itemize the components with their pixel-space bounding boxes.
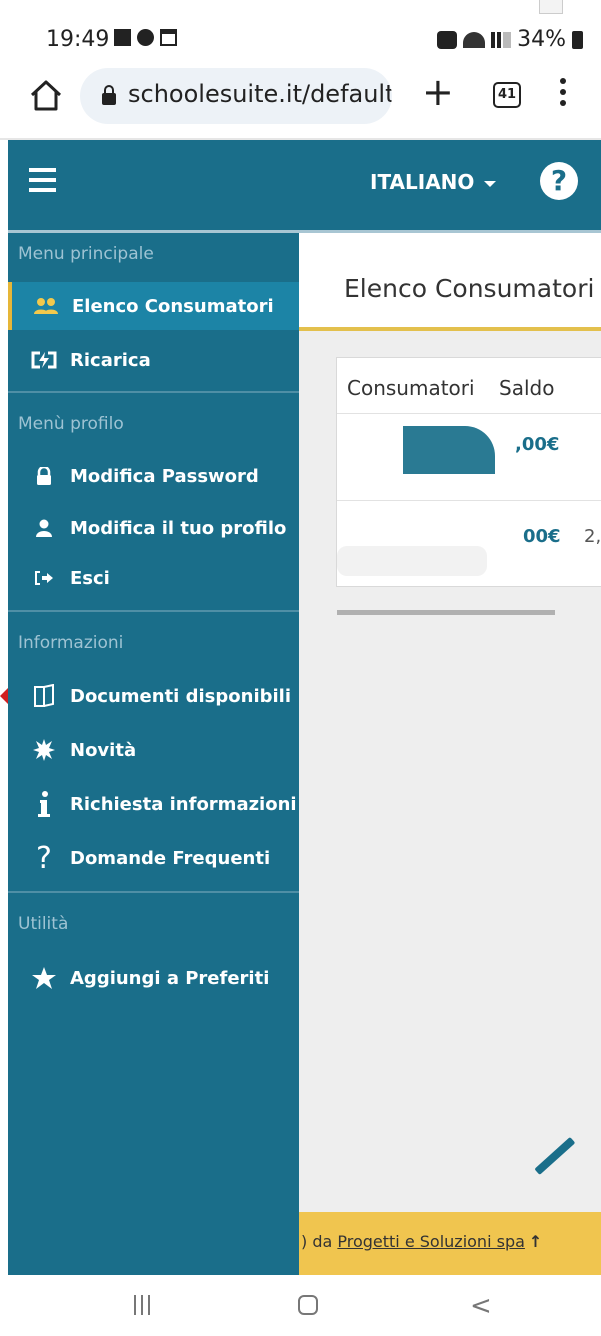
sidebar-item-label: Modifica Password [70, 465, 259, 487]
address-bar[interactable]: schoolesuite.it/default [80, 68, 392, 124]
star-icon [30, 966, 58, 990]
sidebar-item-ricarica[interactable]: Ricarica [8, 336, 299, 384]
consumers-table: Consumatori Saldo ,00€ 00€ 2, [336, 357, 601, 587]
section-title-menu-principale: Menu principale [18, 244, 154, 264]
overlay-corner [539, 0, 563, 14]
sidebar-item-label: Aggiungi a Preferiti [70, 967, 270, 989]
sidebar-item-esci[interactable]: Esci [8, 554, 299, 602]
language-label: ITALIANO [370, 170, 475, 194]
question-icon: ? [36, 840, 52, 876]
sidebar-item-label: Richiesta informazioni [70, 793, 297, 815]
sidebar-item-label: Esci [70, 567, 110, 589]
help-icon[interactable]: ? [540, 162, 578, 200]
page-title: Elenco Consumatori [344, 274, 595, 303]
recharge-icon [30, 348, 58, 372]
row-divider [337, 413, 601, 414]
sidebar-item-label: Modifica il tuo profilo [70, 517, 287, 539]
horizontal-scrollbar[interactable] [337, 610, 555, 615]
red-pointer-icon [0, 688, 8, 704]
footer-credits: ) da Progetti e Soluzioni spa ↑ [301, 1232, 542, 1251]
main-content: Elenco Consumatori Consumatori Saldo ,00… [299, 230, 601, 1275]
system-status: 34% [437, 27, 583, 52]
signal-icon [491, 31, 512, 48]
image-notification-icon [114, 29, 131, 46]
saldo-value: 00€ [523, 526, 561, 547]
logout-icon [30, 566, 58, 590]
row-divider [337, 500, 601, 501]
lock-icon [30, 464, 58, 488]
lock-icon [102, 85, 116, 105]
documents-icon [30, 684, 58, 708]
users-icon [32, 294, 60, 318]
info-icon [30, 791, 58, 817]
news-icon [30, 738, 58, 762]
browser-toolbar: schoolesuite.it/default + 41 [0, 60, 601, 140]
status-time: 19:49 [46, 27, 110, 52]
footer-bar: ) da Progetti e Soluzioni spa ↑ [299, 1212, 601, 1275]
scroll-top-icon[interactable]: ↑ [529, 1232, 542, 1251]
app-header: ITALIANO ? [8, 140, 601, 230]
hamburger-menu-icon[interactable] [29, 168, 56, 192]
sidebar-item-label: Documenti disponibili [70, 685, 292, 707]
footer-prefix: ) da [301, 1232, 338, 1251]
wifi-icon [463, 31, 486, 48]
user-icon [30, 516, 58, 540]
sidebar-item-novita[interactable]: Novità [8, 726, 299, 774]
sidebar-item-label: Elenco Consumatori [72, 295, 274, 317]
battery-percent: 34% [517, 27, 566, 52]
alarm-icon [437, 30, 458, 49]
back-icon[interactable]: < [470, 1291, 492, 1321]
home-icon[interactable] [28, 78, 64, 114]
sidebar-item-elenco-consumatori[interactable]: Elenco Consumatori [8, 282, 299, 330]
saldo-value: ,00€ [515, 434, 560, 455]
home-button-icon[interactable] [298, 1295, 318, 1315]
sidebar-item-domande-frequenti[interactable]: ? Domande Frequenti [8, 834, 299, 882]
redacted-consumer-name [403, 426, 495, 474]
extra-value: 2, [584, 526, 601, 547]
section-title-menu-profilo: Menù profilo [18, 414, 124, 434]
company-link[interactable]: Progetti e Soluzioni spa [337, 1232, 525, 1251]
sidebar-item-label: Domande Frequenti [70, 847, 271, 869]
sidebar-item-aggiungi-preferiti[interactable]: Aggiungi a Preferiti [8, 954, 299, 1002]
tab-switcher-button[interactable]: 41 [493, 82, 521, 108]
app-notification-icon [137, 29, 154, 46]
notification-icons [114, 29, 177, 46]
sidebar-item-modifica-password[interactable]: Modifica Password [8, 452, 299, 500]
sidebar-divider [8, 391, 299, 393]
new-tab-button[interactable]: + [422, 72, 454, 112]
edit-pencil-icon[interactable] [534, 1136, 576, 1175]
sidebar-item-label: Ricarica [70, 349, 151, 371]
sidebar-item-richiesta-informazioni[interactable]: Richiesta informazioni [8, 780, 299, 828]
android-nav-bar: < [0, 1275, 601, 1336]
page-header-underline [299, 327, 601, 331]
sidebar-item-documenti[interactable]: Documenti disponibili [8, 672, 299, 720]
recent-apps-icon[interactable] [134, 1295, 150, 1315]
sidebar-top-border [8, 230, 299, 233]
sidebar-item-label: Novità [70, 739, 137, 761]
redacted-consumer-name [337, 546, 487, 576]
url-text: schoolesuite.it/default [128, 80, 392, 108]
section-title-utilita: Utilità [18, 914, 69, 934]
calendar-notification-icon [160, 29, 177, 46]
page-header: Elenco Consumatori [299, 233, 601, 327]
column-header-consumatori: Consumatori [347, 376, 475, 400]
battery-icon [572, 30, 583, 49]
section-title-informazioni: Informazioni [18, 633, 124, 653]
sidebar-item-modifica-profilo[interactable]: Modifica il tuo profilo [8, 504, 299, 552]
sidebar-divider [8, 891, 299, 893]
language-dropdown[interactable]: ITALIANO [370, 170, 497, 194]
caret-down-icon [484, 180, 497, 187]
browser-menu-icon[interactable] [560, 78, 568, 114]
column-header-saldo: Saldo [499, 376, 555, 400]
sidebar: Menu principale Elenco Consumatori Ricar… [8, 230, 299, 1275]
sidebar-divider [8, 610, 299, 612]
